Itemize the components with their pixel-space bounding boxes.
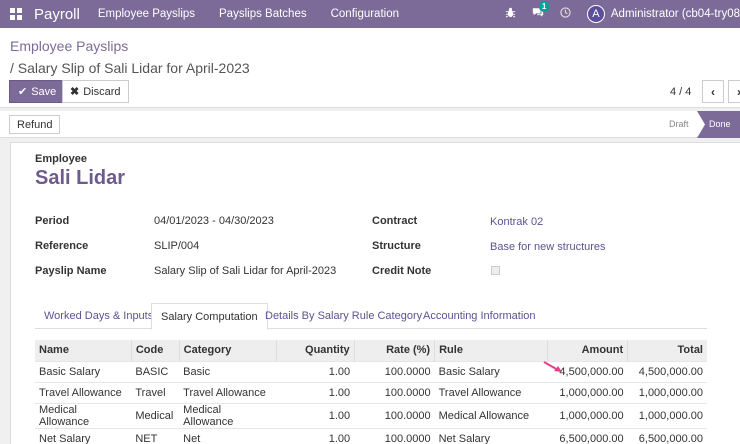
cell-code: Travel [131,381,180,403]
breadcrumb-parent[interactable]: Employee Payslips [10,38,128,54]
column-header-name[interactable]: Name [35,340,132,361]
cell-total: 1,000,000.00 [627,381,707,403]
period-field[interactable]: 04/01/2023 - 04/30/2023 [154,215,274,227]
column-header-total[interactable]: Total [627,340,707,361]
save-button[interactable]: ✔ Save [9,80,66,103]
cell-quantity: 1.00 [276,427,355,444]
apps-grid-icon[interactable] [10,8,22,20]
breadcrumb-current: / Salary Slip of Sali Lidar for April-20… [10,60,250,76]
structure-link[interactable]: Base for new structures [490,241,606,253]
tab-worked-days[interactable]: Worked Days & Inputs [35,303,162,329]
column-header-rate[interactable]: Rate (%) [354,340,436,361]
employee-label: Employee [35,153,87,165]
cell-rule: Basic Salary [434,360,548,382]
salary-computation-table: Name Code Category Quantity Rate (%) Rul… [35,340,707,444]
cell-rate: 100.0000 [354,381,435,403]
credit-note-checkbox[interactable] [491,266,500,275]
cell-code: Medical [131,402,180,428]
cell-total: 4,500,000.00 [627,360,707,382]
contract-label: Contract [372,215,418,227]
table-row[interactable]: Basic Salary BASIC Basic 1.00 100.0000 B… [35,360,707,382]
cell-code: NET [131,427,180,444]
cell-quantity: 1.00 [276,360,355,382]
cell-rate: 100.0000 [354,402,435,428]
cell-name: Travel Allowance [35,381,132,403]
column-header-category[interactable]: Category [179,340,277,361]
tab-details-by-category[interactable]: Details By Salary Rule Category [256,303,431,329]
cell-name: Net Salary [35,427,132,444]
employee-name-field[interactable]: Sali Lidar [35,167,125,190]
menu-employee-payslips[interactable]: Employee Payslips [98,8,195,20]
cell-category: Basic [179,360,277,382]
cell-quantity: 1.00 [276,402,355,428]
pager-value[interactable]: 4 / 4 [670,86,691,98]
check-icon: ✔ [18,86,28,98]
cell-amount: 1,000,000.00 [547,402,628,428]
cell-rate: 100.0000 [354,427,435,444]
cell-rule: Net Salary [434,427,548,444]
chat-icon[interactable]: 1 [532,1,550,21]
cell-total: 1,000,000.00 [627,402,707,428]
status-bar: Refund Draft Done [0,111,740,138]
cell-amount: 1,000,000.00 [547,381,628,403]
cell-amount: 6,500,000.00 [547,427,628,444]
cell-total: 6,500,000.00 [627,427,707,444]
app-brand[interactable]: Payroll [34,6,80,23]
chevron-left-icon[interactable]: ‹ [702,80,724,103]
reference-label: Reference [35,240,89,252]
avatar[interactable]: A [586,5,605,23]
menu-configuration[interactable]: Configuration [331,8,399,20]
period-label: Period [35,215,70,227]
messages-count-badge: 1 [538,1,550,12]
clock-icon[interactable] [560,7,571,21]
chevron-right-icon[interactable]: › [728,80,740,103]
reference-field[interactable]: SLIP/004 [154,240,199,252]
payslip-name-field[interactable]: Salary Slip of Sali Lidar for April-2023 [154,265,336,277]
table-row[interactable]: Travel Allowance Travel Travel Allowance… [35,381,707,403]
top-navbar: Payroll Employee Payslips Payslips Batch… [0,0,740,28]
cell-category: Medical Allowance [179,402,277,428]
cell-category: Travel Allowance [179,381,277,403]
cell-name: Basic Salary [35,360,132,382]
user-menu[interactable]: Administrator (cb04-try08 [611,8,740,20]
bug-icon[interactable] [505,7,516,21]
table-header-row: Name Code Category Quantity Rate (%) Rul… [35,340,707,361]
column-header-amount[interactable]: Amount [547,340,629,361]
tab-accounting-information[interactable]: Accounting Information [414,303,545,329]
refund-button[interactable]: Refund [9,115,61,134]
cell-rate: 100.0000 [354,360,435,382]
structure-label: Structure [372,240,421,252]
annotation-arrow-icon [543,361,562,372]
stage-done[interactable]: Done [697,111,740,138]
notebook-tabs: Worked Days & Inputs Salary Computation … [35,303,707,330]
contract-link[interactable]: Kontrak 02 [490,216,543,228]
form-sheet: Employee Sali Lidar Period 04/01/2023 - … [10,142,740,444]
table-row[interactable]: Net Salary NET Net 1.00 100.0000 Net Sal… [35,427,707,444]
table-row[interactable]: Medical Allowance Medical Medical Allowa… [35,402,707,428]
tab-salary-computation[interactable]: Salary Computation [151,303,268,330]
column-header-quantity[interactable]: Quantity [276,340,355,361]
cell-code: BASIC [131,360,180,382]
discard-button[interactable]: ✖ Discard [62,80,129,103]
discard-button-label: Discard [83,85,121,98]
control-panel: Employee Payslips / Salary Slip of Sali … [0,28,740,108]
cell-rule: Travel Allowance [434,381,548,403]
close-icon: ✖ [70,86,80,98]
payslip-name-label: Payslip Name [35,265,107,277]
stage-draft[interactable]: Draft [662,111,689,138]
save-button-label: Save [31,85,57,98]
credit-note-label: Credit Note [372,265,432,277]
menu-payslips-batches[interactable]: Payslips Batches [219,8,307,20]
column-header-code[interactable]: Code [131,340,180,361]
column-header-rule[interactable]: Rule [434,340,548,361]
cell-category: Net [179,427,277,444]
cell-name: Medical Allowance [35,402,132,428]
cell-rule: Medical Allowance [434,402,548,428]
cell-quantity: 1.00 [276,381,355,403]
